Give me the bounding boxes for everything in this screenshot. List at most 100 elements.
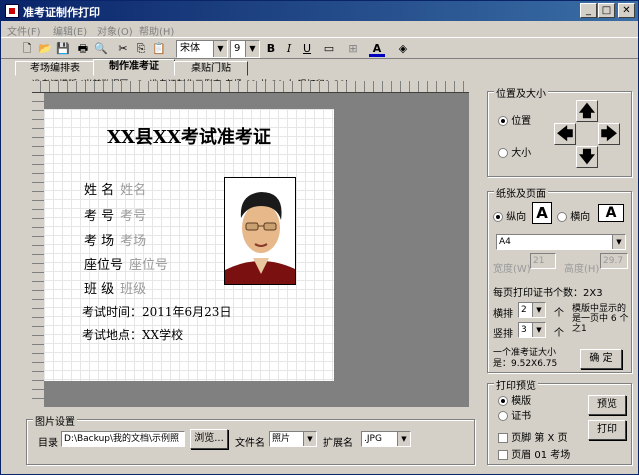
chevron-down-icon[interactable]: ▼ — [612, 235, 625, 249]
height-input[interactable]: 29.7 — [600, 253, 628, 269]
radio-icon[interactable] — [498, 148, 508, 158]
layout-note: 模版中显示的是一页中 6 个之1 — [572, 304, 629, 334]
size-radio-label: 大小 — [511, 148, 532, 159]
field-exam-number[interactable]: 考 号考号 — [84, 205, 146, 224]
print-icon[interactable]: 🖶 — [75, 41, 91, 57]
print-preview-icon[interactable]: 🔍 — [93, 41, 109, 57]
minimize-button[interactable]: _ — [580, 3, 597, 18]
field-value: 座位号 — [129, 258, 169, 273]
copy-icon[interactable]: ⎘ — [133, 41, 149, 57]
browse-button[interactable]: 浏览... — [190, 429, 228, 449]
font-value: 宋体 — [180, 43, 200, 54]
exam-place[interactable]: 考试地点：XX学校 — [82, 326, 183, 343]
paper-group: 纸张及页面 纵向 A 横向 A A4 ▼ 宽度(W) 21 高度(H) 29.7 … — [487, 185, 632, 373]
rows-select[interactable]: 2 ▼ — [518, 302, 546, 318]
font-color-icon[interactable]: A — [369, 41, 385, 57]
app-window: 准考证制作打印 _ □ ✕ 文件(F) 编辑(E) 对象(O) 帮助(H) 🗋 … — [0, 0, 639, 475]
arrow-right-button[interactable]: 🡆 — [598, 123, 620, 145]
tab-desk-labels[interactable]: 桌贴门贴 — [174, 61, 248, 76]
menu-object[interactable]: 对象(O) — [97, 23, 133, 38]
save-icon[interactable]: 💾 — [55, 41, 71, 57]
chevron-down-icon[interactable]: ▼ — [532, 323, 545, 337]
print-button[interactable]: 打印 — [588, 420, 626, 440]
footer-checkbox-label: 页脚 第 X 页 — [511, 433, 568, 444]
filename-label: 文件名 — [235, 438, 265, 449]
maximize-button[interactable]: □ — [598, 3, 615, 18]
chevron-down-icon[interactable]: ▼ — [303, 432, 316, 446]
radio-icon[interactable] — [498, 396, 508, 406]
window-title: 准考证制作打印 — [23, 6, 100, 19]
bold-icon[interactable]: B — [263, 41, 279, 57]
close-button[interactable]: ✕ — [618, 3, 635, 18]
field-class[interactable]: 班 级班级 — [84, 278, 146, 297]
border-icon[interactable]: ▭ — [321, 41, 337, 57]
radio-icon[interactable] — [498, 411, 508, 421]
paper-size-value: A4 — [499, 237, 511, 247]
grid-icon[interactable]: ⊞ — [345, 41, 361, 57]
position-radio[interactable]: 位置 — [498, 112, 531, 127]
footer-checkbox[interactable]: 页脚 第 X 页 — [498, 429, 568, 444]
menu-edit[interactable]: 编辑(E) — [53, 23, 87, 38]
arrow-up-button[interactable]: 🡅 — [576, 100, 598, 122]
field-label: 班 级 — [84, 282, 115, 297]
field-label: 考 号 — [84, 209, 115, 224]
field-label: 考 场 — [84, 234, 115, 249]
confirm-button[interactable]: 确 定 — [580, 349, 622, 369]
landscape-page-icon: A — [598, 204, 624, 222]
paper-size-select[interactable]: A4 ▼ — [496, 234, 626, 250]
ext-select[interactable]: .JPG ▼ — [361, 431, 411, 447]
template-radio[interactable]: 模版 — [498, 392, 531, 407]
certificate-radio[interactable]: 证书 — [498, 407, 531, 422]
title-bar: 准考证制作打印 _ □ ✕ — [1, 1, 638, 21]
radio-icon[interactable] — [493, 212, 503, 222]
dir-input[interactable]: D:\Backup\我的文档\示例照 — [61, 431, 185, 447]
menu-file[interactable]: 文件(F) — [7, 23, 41, 38]
template-radio-label: 模版 — [511, 396, 532, 407]
field-seat[interactable]: 座位号 座位号 — [84, 254, 168, 273]
chevron-down-icon[interactable]: ▼ — [213, 41, 227, 57]
ruler-horizontal — [32, 81, 469, 93]
cols-select[interactable]: 3 ▼ — [518, 322, 546, 338]
admission-card[interactable]: XX县XX考试准考证 姓 名姓名 考 号考号 考 场考场 座位号 座位号 班 级班… — [44, 109, 334, 381]
field-name[interactable]: 姓 名姓名 — [84, 179, 146, 198]
size-combo[interactable]: 9 ▼ — [230, 40, 260, 58]
arrow-down-button[interactable]: 🡇 — [576, 146, 598, 168]
italic-icon[interactable]: I — [281, 41, 297, 57]
arrow-left-button[interactable]: 🡄 — [554, 123, 576, 145]
menu-help[interactable]: 帮助(H) — [139, 23, 174, 38]
radio-icon[interactable] — [557, 212, 567, 222]
font-combo[interactable]: 宋体 ▼ — [176, 40, 228, 58]
cols-label: 竖排 — [493, 329, 513, 340]
preview-button[interactable]: 预览 — [588, 395, 626, 415]
tab-exam-arrangement[interactable]: 考场编排表 — [15, 61, 95, 76]
chevron-down-icon[interactable]: ▼ — [245, 41, 259, 57]
underline-icon[interactable]: U — [299, 41, 315, 57]
landscape-label: 横向 — [570, 212, 591, 223]
open-icon[interactable]: 📂 — [37, 41, 53, 57]
card-title[interactable]: XX县XX考试准考证 — [44, 123, 334, 149]
cut-icon[interactable]: ✂ — [115, 41, 131, 57]
photo-portrait[interactable] — [224, 177, 296, 285]
portrait-radio[interactable]: 纵向 — [493, 208, 526, 223]
size-radio[interactable]: 大小 — [498, 144, 531, 159]
radio-icon[interactable] — [498, 116, 508, 126]
new-icon[interactable]: 🗋 — [19, 41, 35, 57]
fill-color-icon[interactable]: ◈ — [395, 41, 411, 57]
header-checkbox-label: 页眉 01 考场 — [511, 450, 571, 461]
chevron-down-icon[interactable]: ▼ — [532, 303, 545, 317]
header-checkbox[interactable]: 页眉 01 考场 — [498, 446, 570, 461]
filename-value: 照片 — [272, 434, 291, 444]
chevron-down-icon[interactable]: ▼ — [397, 432, 410, 446]
exam-time[interactable]: 考试时间：2011年6月23日 — [82, 303, 231, 320]
landscape-radio[interactable]: 横向 — [557, 208, 590, 223]
cols-unit: 个 — [554, 328, 564, 339]
field-exam-room[interactable]: 考 场考场 — [84, 230, 146, 249]
ruler-vertical — [32, 93, 44, 407]
width-input[interactable]: 21 — [530, 253, 556, 269]
tab-make-admission[interactable]: 制作准考证 — [93, 59, 175, 76]
paste-icon[interactable]: 📋 — [151, 41, 167, 57]
checkbox-icon[interactable] — [498, 450, 508, 460]
filename-select[interactable]: 照片 ▼ — [269, 431, 317, 447]
checkbox-icon[interactable] — [498, 433, 508, 443]
image-settings-group: 图片设置 目录 D:\Backup\我的文档\示例照 浏览... 文件名 照片 ▼… — [26, 413, 475, 465]
